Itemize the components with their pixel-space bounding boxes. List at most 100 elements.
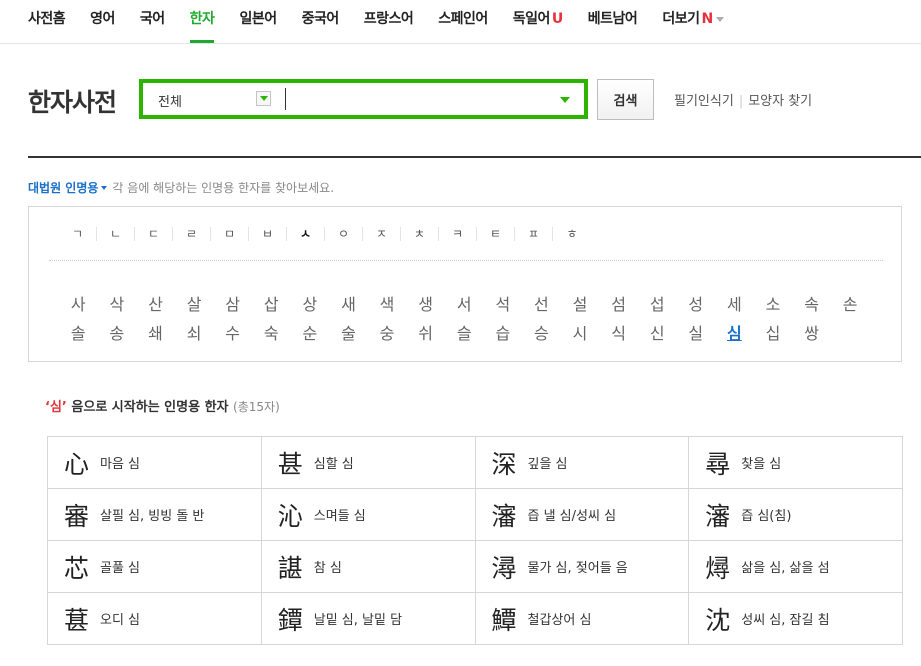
consonant-link[interactable]: ㅊ	[401, 227, 439, 241]
syllable-link[interactable]: 습	[484, 320, 523, 349]
nav-item-6[interactable]: 프랑스어	[364, 0, 414, 44]
nav-item-7[interactable]: 스페인어	[438, 0, 488, 44]
syllable-link[interactable]: 세	[715, 291, 754, 320]
syllable-link[interactable]: 신	[638, 320, 677, 349]
hanja-result-item[interactable]: 燖 삶을 심, 삶을 섬	[689, 541, 903, 593]
nav-item-3[interactable]: 한자	[189, 0, 215, 44]
hanja-character[interactable]: 沁	[278, 497, 314, 533]
syllable-link[interactable]: 삼	[213, 291, 252, 320]
hanja-character[interactable]: 鱏	[492, 601, 528, 637]
hanja-result-item[interactable]: 瀋즙 심(침)	[689, 489, 903, 541]
hanja-result-item[interactable]: 深 깊을 심	[475, 437, 690, 489]
syllable-link[interactable]: 승	[522, 320, 561, 349]
hanja-result-item[interactable]: 心 마음 심	[48, 437, 262, 489]
syllable-link[interactable]: 섬	[599, 291, 638, 320]
syllable-link[interactable]: 쌍	[792, 320, 831, 349]
search-input[interactable]	[285, 88, 535, 110]
scope-dropdown-icon[interactable]	[256, 91, 271, 106]
consonant-link[interactable]: ㄱ	[59, 227, 97, 241]
hanja-meaning[interactable]: 골풀 심	[100, 557, 140, 576]
syllable-link[interactable]: 사	[59, 291, 98, 320]
syllable-link[interactable]: 살	[175, 291, 214, 320]
syllable-link[interactable]: 수	[213, 320, 252, 349]
hanja-character[interactable]: 芯	[64, 549, 100, 585]
syllable-link[interactable]: 시	[561, 320, 600, 349]
hanja-character[interactable]: 尋	[705, 445, 741, 481]
syllable-link[interactable]: 서	[445, 291, 484, 320]
syllable-link[interactable]: 삭	[98, 291, 137, 320]
hanja-character[interactable]: 瀋	[492, 497, 528, 533]
hanja-character[interactable]: 葚	[64, 601, 100, 637]
syllable-link[interactable]: 섭	[638, 291, 677, 320]
syllable-link[interactable]: 쇠	[175, 320, 214, 349]
hanja-meaning[interactable]: 삶을 심, 삶을 섬	[741, 557, 829, 576]
nav-item-2[interactable]: 국어	[140, 0, 165, 44]
hanja-character[interactable]: 鐔	[278, 601, 314, 637]
nav-item-1[interactable]: 영어	[90, 0, 115, 44]
handwriting-link[interactable]: 필기인식기	[674, 94, 734, 109]
syllable-link[interactable]: 색	[368, 291, 407, 320]
syllable-link[interactable]: 쇄	[136, 320, 175, 349]
hanja-character[interactable]: 心	[64, 445, 100, 481]
syllable-link[interactable]: 실	[677, 320, 716, 349]
consonant-link[interactable]: ㄴ	[97, 227, 135, 241]
hanja-result-item[interactable]: 諶참 심	[261, 541, 476, 593]
hanja-meaning[interactable]: 날밑 심, 날밑 담	[314, 609, 402, 628]
hanja-meaning[interactable]: 살필 심, 빙빙 돌 반	[100, 505, 204, 524]
hanja-result-item[interactable]: 尋 찾을 심	[689, 437, 903, 489]
syllable-link[interactable]: 술	[329, 320, 368, 349]
hanja-result-item[interactable]: 葚 오디 심	[48, 593, 262, 645]
hanja-character[interactable]: 深	[492, 445, 528, 481]
syllable-link[interactable]: 생	[406, 291, 445, 320]
hanja-meaning[interactable]: 깊을 심	[528, 453, 568, 472]
hanja-meaning[interactable]: 오디 심	[100, 609, 140, 628]
hanja-meaning[interactable]: 마음 심	[100, 453, 140, 472]
hanja-meaning[interactable]: 물가 심, 젖어들 음	[528, 557, 628, 576]
consonant-link[interactable]: ㅎ	[553, 227, 591, 241]
hanja-result-item[interactable]: 甚 심할 심	[261, 437, 476, 489]
consonant-link[interactable]: ㅂ	[249, 227, 287, 241]
consonant-link[interactable]: ㅅ	[287, 227, 325, 241]
shape-search-link[interactable]: 모양자 찾기	[748, 94, 812, 109]
consonant-link[interactable]: ㅋ	[439, 227, 477, 241]
syllable-link[interactable]: 숙	[252, 320, 291, 349]
syllable-link[interactable]: 석	[484, 291, 523, 320]
search-scope-label[interactable]: 전체	[158, 91, 182, 110]
syllable-link[interactable]: 솔	[59, 320, 98, 349]
hanja-meaning[interactable]: 즙 심(침)	[741, 505, 791, 524]
syllable-link[interactable]: 성	[677, 291, 716, 320]
nav-item-5[interactable]: 중국어	[302, 0, 340, 44]
consonant-link[interactable]: ㄹ	[173, 227, 211, 241]
nav-item-9[interactable]: 베트남어	[588, 0, 638, 44]
hanja-meaning[interactable]: 즙 낼 심/성씨 심	[528, 505, 617, 524]
hanja-result-item[interactable]: 瀋즙 낼 심/성씨 심	[475, 489, 690, 541]
syllable-link[interactable]: 산	[136, 291, 175, 320]
hanja-result-item[interactable]: 鱏 철갑상어 심	[475, 593, 690, 645]
consonant-link[interactable]: ㅌ	[477, 227, 515, 241]
syllable-link[interactable]: 숭	[368, 320, 407, 349]
nav-item-4[interactable]: 일본어	[239, 0, 277, 44]
hanja-result-item[interactable]: 鐔 날밑 심, 날밑 담	[261, 593, 476, 645]
syllable-link[interactable]: 새	[329, 291, 368, 320]
hanja-meaning[interactable]: 찾을 심	[741, 453, 781, 472]
nav-item-8[interactable]: 독일어 U	[513, 0, 564, 44]
hanja-result-item[interactable]: 芯 골풀 심	[48, 541, 262, 593]
syllable-link[interactable]: 상	[291, 291, 330, 320]
chevron-down-icon[interactable]	[101, 185, 108, 190]
syllable-link[interactable]: 설	[561, 291, 600, 320]
hanja-meaning[interactable]: 성씨 심, 잠길 침	[741, 609, 829, 628]
consonant-link[interactable]: ㅇ	[325, 227, 363, 241]
syllable-link[interactable]: 쉬	[406, 320, 445, 349]
hanja-meaning[interactable]: 심할 심	[314, 453, 354, 472]
syllable-link[interactable]: 송	[98, 320, 137, 349]
syllable-link[interactable]: 삽	[252, 291, 291, 320]
dict-name[interactable]: 대법원 인명용	[28, 181, 98, 195]
hanja-result-item[interactable]: 沈 성씨 심, 잠길 침	[689, 593, 903, 645]
consonant-link[interactable]: ㅍ	[515, 227, 553, 241]
consonant-link[interactable]: ㅁ	[211, 227, 249, 241]
consonant-link[interactable]: ㄷ	[135, 227, 173, 241]
syllable-link[interactable]: 선	[522, 291, 561, 320]
syllable-link[interactable]: 슬	[445, 320, 484, 349]
hanja-character[interactable]: 沈	[705, 601, 741, 637]
hanja-character[interactable]: 審	[64, 497, 100, 533]
